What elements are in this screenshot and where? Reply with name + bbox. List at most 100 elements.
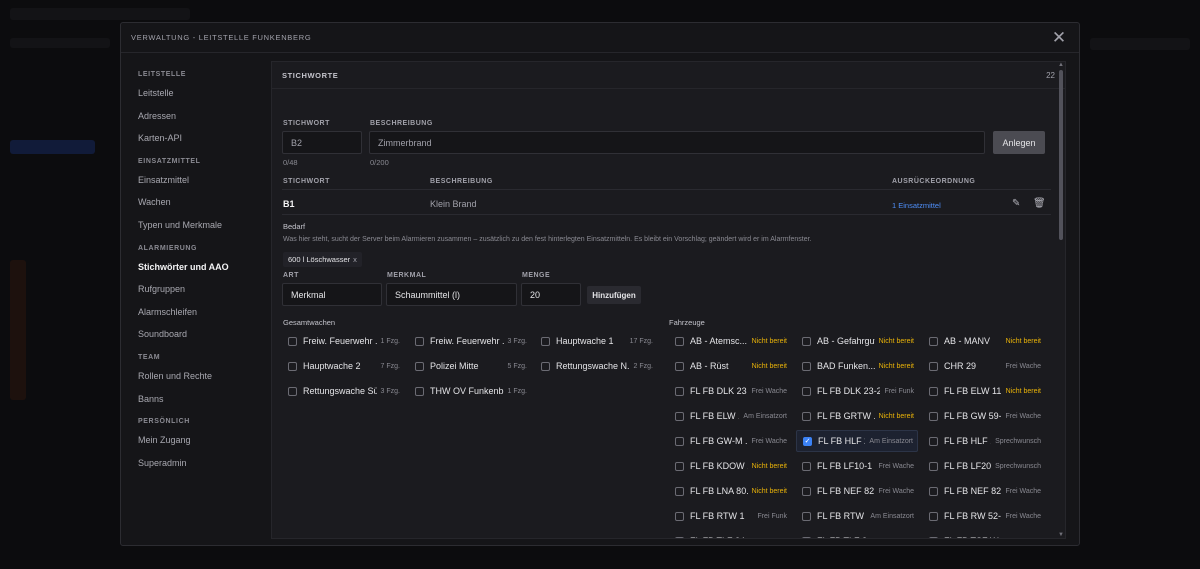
checkbox[interactable] xyxy=(802,386,811,396)
checkbox[interactable] xyxy=(929,486,938,496)
trash-icon[interactable]: 🗑 xyxy=(1033,198,1046,209)
checkbox[interactable] xyxy=(675,536,684,538)
checkbox[interactable] xyxy=(929,461,938,471)
fahrzeug-checkbox-item[interactable]: FL FB HLF ... Sprechwunsch xyxy=(923,430,1045,452)
scrollbar-thumb[interactable] xyxy=(1059,70,1063,240)
fahrzeug-checkbox-item[interactable]: FL FB LF10-1 Frei Wache xyxy=(796,455,918,477)
checkbox[interactable] xyxy=(415,336,424,346)
fahrzeug-checkbox-item[interactable]: FL FB DLK 23-1 Frei Wache xyxy=(669,380,791,402)
fahrzeug-checkbox-item[interactable]: CHR 29 Frei Wache xyxy=(923,355,1045,377)
checkbox[interactable] xyxy=(675,336,684,346)
fahrzeug-checkbox-item[interactable]: FL FB GW 59-2 Frei Wache xyxy=(923,405,1045,427)
sidebar-item[interactable]: Alarmschleifen xyxy=(121,301,269,324)
pencil-icon[interactable]: ✎ xyxy=(1012,198,1020,209)
scroll-up-icon[interactable]: ▲ xyxy=(1058,62,1064,68)
fahrzeug-checkbox-item[interactable]: AB - Atemsc... Nicht bereit xyxy=(669,330,791,352)
checkbox[interactable] xyxy=(929,361,938,371)
checkbox[interactable] xyxy=(802,336,811,346)
fahrzeug-checkbox-item[interactable]: FL FB GRTW ...Nicht bereit xyxy=(796,405,918,427)
sidebar-item[interactable]: Rufgruppen xyxy=(121,278,269,301)
sidebar-item[interactable]: Banns xyxy=(121,388,269,411)
fahrzeug-checkbox-item[interactable]: FL FB RTW 2 Am Einsatzort xyxy=(796,505,918,527)
merkmal-select[interactable]: Schaummittel (l) xyxy=(386,283,517,306)
wache-checkbox-item[interactable]: Rettungswache Süd 3 Fzg. xyxy=(282,380,404,402)
fahrzeug-checkbox-item[interactable]: FL FB LNA 80... Nicht bereit xyxy=(669,480,791,502)
sidebar-item[interactable]: Leitstelle xyxy=(121,82,269,105)
fahrzeug-checkbox-item[interactable]: AB - Gefahrgut Nicht bereit xyxy=(796,330,918,352)
checkbox[interactable] xyxy=(675,361,684,371)
art-select[interactable]: Merkmal xyxy=(282,283,382,306)
create-button[interactable]: Anlegen xyxy=(993,131,1045,154)
desc-input[interactable]: Zimmerbrand xyxy=(369,131,985,154)
wache-checkbox-item[interactable]: Hauptwache 1 17 Fzg. xyxy=(535,330,657,352)
checkbox[interactable] xyxy=(675,461,684,471)
row-dispatch-link[interactable]: 1 Einsatzmittel xyxy=(892,201,941,210)
checkbox[interactable] xyxy=(415,386,424,396)
fahrzeug-checkbox-item[interactable]: FL FB GW-M ... Frei Wache xyxy=(669,430,791,452)
fahrzeug-checkbox-item[interactable]: FL FB NEF 82-1Frei Wache xyxy=(796,480,918,502)
chip-remove-icon[interactable]: x xyxy=(353,255,357,264)
checkbox[interactable] xyxy=(802,461,811,471)
wache-checkbox-item[interactable]: Polizei Mitte 5 Fzg. xyxy=(409,355,531,377)
checkbox[interactable] xyxy=(675,411,684,421)
wache-checkbox-item[interactable]: Freiw. Feuerwehr ... 3 Fzg. xyxy=(409,330,531,352)
checkbox[interactable] xyxy=(675,436,684,446)
sidebar-item[interactable]: Adressen xyxy=(121,105,269,128)
fahrzeug-checkbox-item[interactable]: FL FB ELW ... Am Einsatzort xyxy=(669,405,791,427)
fahrzeug-checkbox-item[interactable]: FL FB TLF 24-2 Nicht bereit xyxy=(669,530,791,538)
scrollbar[interactable] xyxy=(1059,62,1063,538)
fahrzeug-checkbox-item[interactable]: FL FB DLK 23-2 Frei Funk xyxy=(796,380,918,402)
checkbox[interactable] xyxy=(929,536,938,538)
checkbox[interactable] xyxy=(802,411,811,421)
checkbox[interactable] xyxy=(929,436,938,446)
menge-input[interactable]: 20 xyxy=(521,283,581,306)
checkbox[interactable] xyxy=(541,336,550,346)
checkbox[interactable] xyxy=(929,336,938,346)
checkbox[interactable] xyxy=(929,411,938,421)
fahrzeug-checkbox-item[interactable]: FL FB RTW 1 Frei Funk xyxy=(669,505,791,527)
sidebar-item[interactable]: Superadmin xyxy=(121,452,269,475)
checkbox[interactable] xyxy=(802,511,811,521)
checkbox[interactable] xyxy=(288,386,297,396)
fahrzeug-checkbox-item[interactable]: FL FB KDOW ...Nicht bereit xyxy=(669,455,791,477)
fahrzeug-checkbox-item[interactable]: FL FB TLF 2... Am Einsatzort xyxy=(796,530,918,538)
checkbox[interactable] xyxy=(675,386,684,396)
fahrzeug-checkbox-item[interactable]: FL FB RW 52-1 Frei Wache xyxy=(923,505,1045,527)
sidebar-item[interactable]: Stichwörter und AAO xyxy=(121,256,269,279)
add-button[interactable]: Hinzufügen xyxy=(587,286,641,304)
wache-checkbox-item[interactable]: Rettungswache N... 2 Fzg. xyxy=(535,355,657,377)
sidebar-item[interactable]: Mein Zugang xyxy=(121,429,269,452)
checkbox[interactable] xyxy=(541,361,550,371)
checkbox[interactable] xyxy=(802,536,811,538)
checkbox[interactable] xyxy=(675,486,684,496)
fahrzeug-checkbox-item[interactable]: FL FB TSF W - 1 Frei Wache xyxy=(923,530,1045,538)
fahrzeug-checkbox-item[interactable]: BAD Funken... Nicht bereit xyxy=(796,355,918,377)
close-icon[interactable]: ✕ xyxy=(1049,29,1069,46)
checkbox[interactable] xyxy=(929,386,938,396)
checkbox[interactable] xyxy=(288,336,297,346)
wache-checkbox-item[interactable]: Hauptwache 2 7 Fzg. xyxy=(282,355,404,377)
wache-checkbox-item[interactable]: Freiw. Feuerwehr ... 1 Fzg. xyxy=(282,330,404,352)
scroll-down-icon[interactable]: ▼ xyxy=(1058,532,1064,538)
sidebar-item[interactable]: Soundboard xyxy=(121,323,269,346)
fahrzeug-checkbox-item[interactable]: FL FB ELW 11...Nicht bereit xyxy=(923,380,1045,402)
fahrzeug-checkbox-item[interactable]: FL FB LF20-1Sprechwunsch xyxy=(923,455,1045,477)
checkbox[interactable] xyxy=(675,511,684,521)
checkbox[interactable] xyxy=(415,361,424,371)
fahrzeug-checkbox-item[interactable]: AB - MANV Nicht bereit xyxy=(923,330,1045,352)
checkbox[interactable] xyxy=(802,361,811,371)
checkbox[interactable] xyxy=(929,511,938,521)
sidebar-item[interactable]: Wachen xyxy=(121,191,269,214)
sidebar-item[interactable]: Einsatzmittel xyxy=(121,169,269,192)
sidebar-item[interactable]: Karten-API xyxy=(121,127,269,150)
checkbox[interactable] xyxy=(802,486,811,496)
fahrzeug-checkbox-item[interactable]: ✓ FL FB HLF 2... Am Einsatzort xyxy=(796,430,918,452)
wache-checkbox-item[interactable]: THW OV Funkenb... 1 Fzg. xyxy=(409,380,531,402)
checkbox[interactable]: ✓ xyxy=(803,436,812,446)
fahrzeug-checkbox-item[interactable]: AB - Rüst Nicht bereit xyxy=(669,355,791,377)
sidebar-item[interactable]: Typen und Merkmale xyxy=(121,214,269,237)
fahrzeug-checkbox-item[interactable]: FL FB NEF 82-2Frei Wache xyxy=(923,480,1045,502)
checkbox[interactable] xyxy=(288,361,297,371)
sidebar-item[interactable]: Rollen und Rechte xyxy=(121,365,269,388)
code-input[interactable]: B2 xyxy=(282,131,362,154)
